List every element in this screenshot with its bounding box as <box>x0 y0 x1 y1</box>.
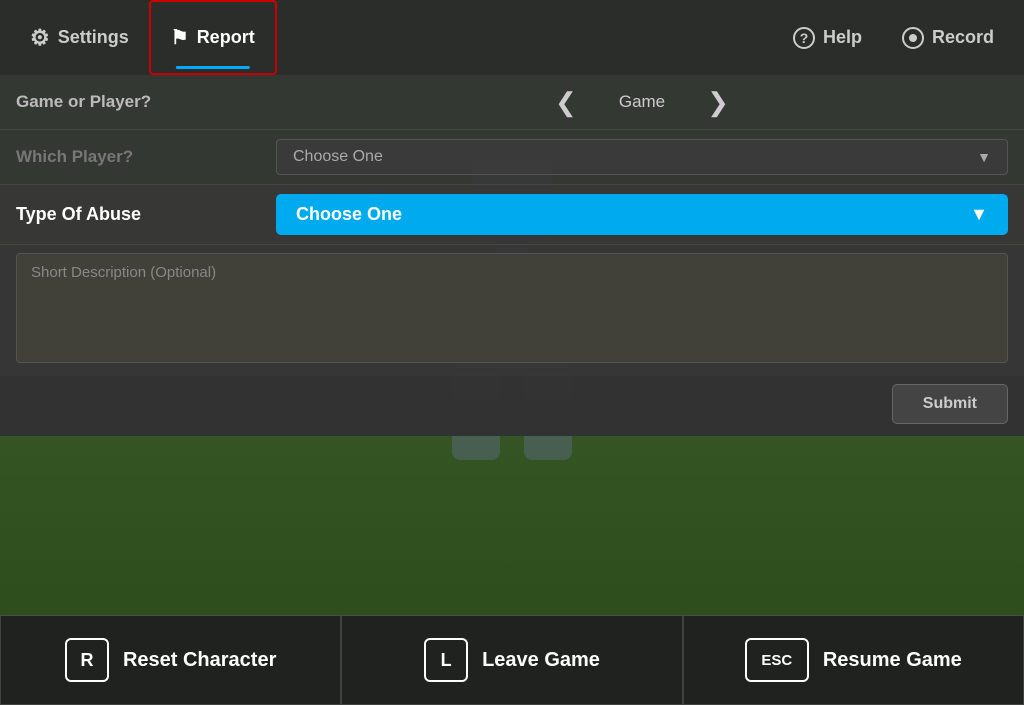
type-of-abuse-label: Type Of Abuse <box>16 204 276 225</box>
resume-key-badge: ESC <box>745 638 809 682</box>
record-menu-item[interactable]: Record <box>882 0 1014 75</box>
which-player-dropdown[interactable]: Choose One ▼ <box>276 139 1008 175</box>
description-textarea[interactable] <box>16 253 1008 363</box>
reset-label: Reset Character <box>123 649 276 672</box>
which-player-arrow: ▼ <box>977 149 991 165</box>
submit-button[interactable]: Submit <box>892 384 1008 424</box>
reset-character-button[interactable]: R Reset Character <box>0 615 341 705</box>
game-or-player-label: Game or Player? <box>16 92 276 112</box>
type-of-abuse-row: Type Of Abuse Choose One ▼ <box>0 185 1024 245</box>
description-row <box>0 245 1024 376</box>
next-arrow[interactable]: ❯ <box>695 83 741 122</box>
record-label: Record <box>932 27 994 48</box>
reset-key-badge: R <box>65 638 109 682</box>
help-label: Help <box>823 27 862 48</box>
settings-icon: ⚙ <box>30 25 50 51</box>
settings-menu-item[interactable]: ⚙ Settings <box>10 0 149 75</box>
submit-row: Submit <box>0 376 1024 436</box>
top-bar: ⚙ Settings ⚑ Report ? Help Record <box>0 0 1024 75</box>
game-or-player-value: ❮ Game ❯ <box>276 83 1008 122</box>
main-panel: Game or Player? ❮ Game ❯ Which Player? C… <box>0 75 1024 436</box>
type-of-abuse-arrow: ▼ <box>970 204 988 225</box>
report-menu-item[interactable]: ⚑ Report <box>149 0 277 75</box>
leave-key-badge: L <box>424 638 468 682</box>
game-or-player-row: Game or Player? ❮ Game ❯ <box>0 75 1024 130</box>
leave-game-button[interactable]: L Leave Game <box>341 615 682 705</box>
bottom-bar: R Reset Character L Leave Game ESC Resum… <box>0 615 1024 705</box>
flag-icon: ⚑ <box>171 25 189 50</box>
game-value: Game <box>619 92 665 112</box>
help-menu-item[interactable]: ? Help <box>773 0 882 75</box>
type-of-abuse-value: Choose One <box>296 204 402 225</box>
report-label: Report <box>197 27 255 48</box>
which-player-label: Which Player? <box>16 147 276 167</box>
type-of-abuse-dropdown[interactable]: Choose One ▼ <box>276 194 1008 235</box>
which-player-value: Choose One <box>293 148 383 166</box>
which-player-row: Which Player? Choose One ▼ <box>0 130 1024 185</box>
help-icon: ? <box>793 27 815 49</box>
prev-arrow[interactable]: ❮ <box>543 83 589 122</box>
resume-game-button[interactable]: ESC Resume Game <box>683 615 1024 705</box>
resume-label: Resume Game <box>823 649 962 672</box>
settings-label: Settings <box>58 27 129 48</box>
leave-label: Leave Game <box>482 649 600 672</box>
record-icon <box>902 27 924 49</box>
